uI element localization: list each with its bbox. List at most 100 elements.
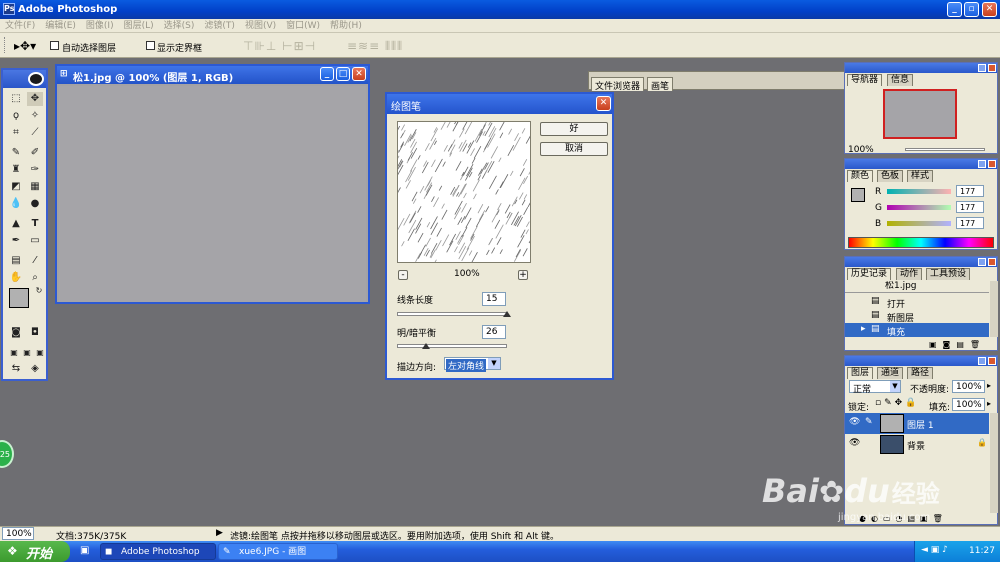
navigator-zoom-slider[interactable] [905, 148, 985, 151]
dialog-close-button[interactable]: ✕ [596, 96, 611, 111]
palette-min-button[interactable] [978, 258, 986, 266]
hand-tool-icon[interactable]: ✋ [8, 271, 24, 285]
move-tool-icon[interactable]: ✥ [27, 92, 43, 106]
restore-button[interactable]: ▫ [964, 2, 979, 17]
screen-mode-3-icon[interactable]: ▣ [32, 346, 48, 360]
menu-view[interactable]: 视图(V) [240, 19, 281, 33]
palette-min-button[interactable] [978, 160, 986, 168]
doc-minimize-button[interactable]: _ [320, 67, 334, 81]
channel-g-slider[interactable] [887, 205, 951, 210]
close-button[interactable]: ✕ [982, 2, 997, 17]
desktop-icon[interactable]: ▣ [80, 545, 89, 556]
menu-help[interactable]: 帮助(H) [325, 19, 367, 33]
menu-window[interactable]: 窗口(W) [281, 19, 325, 33]
zoom-out-button[interactable]: - [398, 270, 408, 280]
palette-close-button[interactable] [988, 160, 996, 168]
quick-mask-icon[interactable]: ◘ [27, 326, 43, 340]
palette-close-button[interactable] [988, 64, 996, 72]
healing-brush-icon[interactable]: ✎ [8, 146, 24, 160]
path-select-icon[interactable]: ▲ [8, 217, 24, 231]
magic-wand-icon[interactable]: ✧ [27, 109, 43, 123]
standard-mode-icon[interactable]: ◙ [8, 326, 24, 340]
status-arrow-icon[interactable]: ▶ [216, 528, 223, 538]
history-brush-icon[interactable]: ✑ [27, 163, 43, 177]
brush-tool-icon[interactable]: ✐ [27, 146, 43, 160]
history-item[interactable]: ▤ 打开 [845, 295, 989, 310]
pen-tool-icon[interactable]: ✒ [8, 234, 24, 248]
document-titlebar[interactable]: ⊞ 松1.jpg @ 100% (图层 1, RGB) _ □ ✕ [57, 66, 368, 84]
notes-tool-icon[interactable]: ▤ [8, 254, 24, 268]
palette-close-button[interactable] [988, 357, 996, 365]
navigator-thumbnail[interactable] [883, 89, 957, 139]
slice-tool-icon[interactable]: ⟋ [27, 126, 43, 140]
chevron-down-icon[interactable]: ▼ [890, 381, 900, 392]
lock-icons[interactable]: ▫✎✥🔒 [875, 398, 919, 408]
start-button[interactable]: ❖ 开始 [0, 541, 70, 562]
ok-button[interactable]: 好 [540, 122, 608, 136]
tab-channels[interactable]: 通道 [877, 367, 904, 379]
stroke-length-input[interactable]: 15 [482, 292, 506, 306]
channel-r-input[interactable]: 177 [956, 185, 984, 197]
stroke-length-slider[interactable] [397, 312, 507, 316]
tab-styles[interactable]: 样式 [907, 170, 934, 182]
history-item[interactable]: ▤ 新图层 [845, 309, 989, 324]
task-paint[interactable]: ✎ xue6.JPG - 画图 [218, 543, 338, 560]
menu-layer[interactable]: 图层(L) [119, 19, 159, 33]
chevron-down-icon[interactable]: ▼ [488, 358, 500, 369]
photoshop-eye-icon[interactable] [28, 72, 44, 86]
clone-stamp-icon[interactable]: ♜ [8, 163, 24, 177]
tab-actions[interactable]: 动作 [896, 268, 923, 280]
balance-input[interactable]: 26 [482, 325, 506, 339]
eye-icon[interactable]: 👁 [849, 438, 860, 448]
history-snapshot[interactable]: 松1.jpg [845, 281, 989, 293]
stroke-length-thumb[interactable] [503, 311, 511, 317]
status-zoom-input[interactable]: 100% [2, 527, 34, 540]
tab-navigator[interactable]: 导航器 [847, 74, 883, 86]
auto-select-checkbox[interactable] [50, 41, 59, 50]
layers-scrollbar[interactable] [990, 413, 998, 513]
brush-link-icon[interactable]: ✎ [865, 417, 873, 427]
eye-icon[interactable]: 👁 [849, 417, 860, 427]
channel-r-slider[interactable] [887, 189, 951, 194]
layer-row-active[interactable]: 👁 ✎ 图层 1 [845, 413, 989, 434]
tab-color[interactable]: 颜色 [847, 170, 874, 182]
tab-info[interactable]: 信息 [887, 74, 914, 86]
doc-maximize-button[interactable]: □ [336, 67, 350, 81]
tray-icons[interactable]: ◄ ▣ ♪ [921, 545, 948, 555]
tab-layers[interactable]: 图层 [847, 367, 874, 379]
opacity-arrow-icon[interactable]: ▸ [987, 381, 991, 390]
cancel-button[interactable]: 取消 [540, 142, 608, 156]
history-item-active[interactable]: ▸ ▤ 填充 [845, 323, 989, 338]
crop-tool-icon[interactable]: ⌗ [8, 126, 24, 140]
gradient-icon[interactable]: ▦ [27, 180, 43, 194]
palette-min-button[interactable] [978, 357, 986, 365]
channel-g-input[interactable]: 177 [956, 201, 984, 213]
foreground-color-swatch[interactable] [9, 288, 29, 308]
history-scrollbar[interactable] [990, 281, 998, 337]
zoom-tool-icon[interactable]: ⌕ [27, 271, 43, 285]
eyedropper-icon[interactable]: ⁄ [27, 254, 43, 268]
file-browser-tab[interactable]: 文件浏览器 [591, 77, 645, 92]
color-ramp[interactable] [848, 237, 994, 248]
channel-b-input[interactable]: 177 [956, 217, 984, 229]
zoom-in-button[interactable]: + [518, 270, 528, 280]
swap-colors-icon[interactable]: ↻ [31, 284, 47, 298]
blur-tool-icon[interactable]: 💧 [8, 197, 24, 211]
dodge-tool-icon[interactable]: ● [27, 197, 43, 211]
fill-input[interactable]: 100% [952, 398, 985, 411]
brushes-tab[interactable]: 画笔 [647, 77, 674, 92]
fill-arrow-icon[interactable]: ▸ [987, 399, 991, 408]
tab-tool-presets[interactable]: 工具预设 [926, 268, 971, 280]
shape-tool-icon[interactable]: ▭ [27, 234, 43, 248]
move-tool-icon[interactable]: ▸✥▾ [14, 39, 36, 53]
opacity-input[interactable]: 100% [952, 380, 985, 393]
fg-color-swatch[interactable] [851, 188, 865, 202]
type-tool-icon[interactable]: T [27, 217, 43, 231]
direction-select[interactable]: 左对角线 ▼ [444, 357, 501, 372]
dialog-titlebar[interactable]: 绘图笔 ✕ [387, 94, 612, 114]
jump-to-imageready-icon[interactable]: ⇆ [8, 362, 24, 376]
minimize-button[interactable]: _ [947, 2, 962, 17]
channel-b-slider[interactable] [887, 221, 951, 226]
blend-mode-select[interactable]: 正常 ▼ [849, 380, 901, 395]
task-photoshop[interactable]: ◼ Adobe Photoshop [100, 543, 216, 560]
